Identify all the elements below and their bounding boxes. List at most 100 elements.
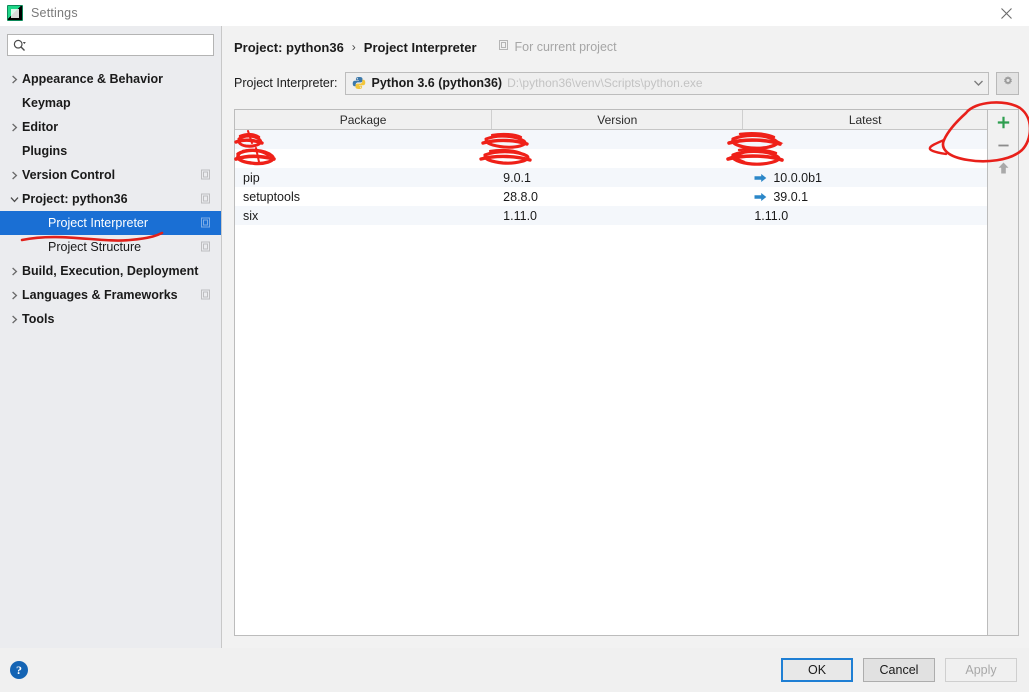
add-package-button[interactable] [990, 113, 1016, 134]
sidebar-item-label: Project Structure [48, 240, 142, 254]
copy-icon [201, 241, 212, 253]
cancel-button[interactable]: Cancel [863, 658, 935, 682]
sidebar-item-project-python36[interactable]: Project: python36 [0, 187, 221, 211]
chevron-right-icon [6, 267, 22, 276]
sidebar-item-languages-frameworks[interactable]: Languages & Frameworks [0, 283, 221, 307]
apply-button: Apply [945, 658, 1017, 682]
table-row[interactable] [235, 130, 987, 149]
cell-latest-text: 1.11.0 [754, 208, 789, 223]
search-box[interactable] [7, 34, 214, 56]
interpreter-combo[interactable]: Python 3.6 (python36) D:\python36\venv\S… [344, 71, 989, 95]
chevron-right-icon [6, 123, 22, 132]
package-table-header: Package Version Latest [235, 110, 987, 130]
sidebar-item-label: Keymap [22, 96, 71, 110]
plus-icon [996, 115, 1011, 133]
cell-package: six [243, 208, 259, 223]
copy-icon [498, 40, 510, 54]
sidebar-item-keymap[interactable]: Keymap [0, 91, 221, 115]
breadcrumb-current: Project Interpreter [363, 39, 477, 55]
pycharm-icon [7, 5, 23, 21]
table-row[interactable]: six 1.11.0 1.11.0 [235, 206, 987, 225]
package-table-body: pip 9.0.1 10.0.0b1 setuptools 28.8.0 39.0.1 si… [235, 130, 987, 635]
cell-version: 1.11.0 [503, 208, 537, 223]
dialog-footer: ? OK Cancel Apply [0, 648, 1029, 692]
interpreter-path: D:\python36\venv\Scripts\python.exe [507, 76, 703, 90]
chevron-down-icon[interactable] [968, 73, 988, 94]
cell-version: 9.0.1 [503, 170, 531, 185]
cell-package: setuptools [243, 189, 300, 204]
sidebar-item-label: Plugins [22, 144, 68, 158]
gear-icon [1001, 75, 1015, 92]
chevron-right-icon [6, 315, 22, 324]
remove-package-button[interactable] [990, 136, 1016, 157]
sidebar-item-editor[interactable]: Editor [0, 115, 221, 139]
column-header-version[interactable]: Version [492, 110, 744, 129]
search-icon [13, 39, 26, 52]
sidebar-item-plugins[interactable]: Plugins [0, 139, 221, 163]
title-bar: Settings [0, 0, 1029, 26]
sidebar-item-version-control[interactable]: Version Control [0, 163, 221, 187]
settings-sidebar: Appearance & Behavior Keymap Editor Plugins… [0, 26, 222, 648]
table-row[interactable] [235, 149, 987, 168]
cell-latest: 39.0.1 [743, 187, 987, 206]
cell-package [235, 149, 492, 168]
cell-latest [743, 149, 987, 168]
main-panel: Project: python36 › Project Interpreter … [222, 26, 1029, 648]
settings-tree: Appearance & Behavior Keymap Editor Plugins… [0, 64, 221, 648]
sidebar-item-label: Editor [22, 120, 59, 134]
column-header-latest[interactable]: Latest [743, 110, 987, 129]
sidebar-item-project-structure[interactable]: Project Structure [0, 235, 221, 259]
column-header-package[interactable]: Package [235, 110, 493, 129]
sidebar-item-label: Project: python36 [22, 192, 128, 206]
cell-latest [743, 130, 987, 149]
table-row[interactable]: pip 9.0.1 10.0.0b1 [235, 168, 987, 187]
sidebar-search-row [0, 34, 221, 64]
chevron-down-icon [6, 195, 22, 204]
cell-package [235, 130, 492, 149]
settings-dialog: Settings Appearance & Behavior Keymap Ed… [0, 0, 1029, 692]
interpreter-row: Project Interpreter: Python 3.6 (python3… [234, 68, 1019, 98]
chevron-right-icon [6, 291, 22, 300]
cell-latest-text: 10.0.0b1 [773, 170, 822, 185]
copy-icon [201, 289, 212, 301]
interpreter-name: Python 3.6 (python36) [371, 76, 503, 90]
sidebar-item-label: Build, Execution, Deployment [22, 264, 199, 278]
window-title: Settings [31, 6, 78, 20]
breadcrumb-root[interactable]: Project: python36 [234, 40, 344, 55]
package-table-area: Package Version Latest pip 9.0.1 10.0.0b1 s… [234, 109, 1019, 636]
chevron-right-icon [6, 75, 22, 84]
copy-icon [201, 217, 212, 229]
chevron-right-icon [6, 171, 22, 180]
dialog-body: Appearance & Behavior Keymap Editor Plugins… [0, 26, 1029, 648]
minus-icon [996, 138, 1011, 156]
python-icon [352, 76, 366, 90]
close-icon[interactable] [983, 0, 1029, 26]
cell-latest-text: 39.0.1 [773, 189, 809, 204]
interpreter-label: Project Interpreter: [234, 76, 338, 90]
upgrade-package-button[interactable] [990, 159, 1016, 180]
sidebar-item-project-interpreter[interactable]: Project Interpreter [0, 211, 221, 235]
footer-buttons: OK Cancel Apply [781, 658, 1017, 682]
cell-version [492, 130, 743, 149]
upgrade-available-icon [754, 173, 767, 183]
ok-button[interactable]: OK [781, 658, 853, 682]
sidebar-item-tools[interactable]: Tools [0, 307, 221, 331]
cell-latest: 10.0.0b1 [743, 168, 987, 187]
upgrade-available-icon [754, 192, 767, 202]
sidebar-item-appearance-behavior[interactable]: Appearance & Behavior [0, 67, 221, 91]
cell-latest: 1.11.0 [743, 206, 987, 225]
sidebar-item-label: Version Control [22, 168, 116, 182]
sidebar-item-build-execution-deployment[interactable]: Build, Execution, Deployment [0, 259, 221, 283]
sidebar-item-label: Project Interpreter [48, 216, 149, 230]
package-toolbar [988, 109, 1019, 636]
cell-version [492, 149, 743, 168]
interpreter-settings-button[interactable] [996, 71, 1019, 95]
copy-icon [201, 193, 212, 205]
help-button[interactable]: ? [10, 661, 28, 679]
search-input[interactable] [26, 36, 213, 54]
breadcrumb-separator: › [351, 40, 356, 54]
package-table: Package Version Latest pip 9.0.1 10.0.0b1 s… [234, 109, 988, 636]
cell-package: pip [243, 170, 260, 185]
table-row[interactable]: setuptools 28.8.0 39.0.1 [235, 187, 987, 206]
breadcrumb-note-label: For current project [514, 40, 617, 54]
